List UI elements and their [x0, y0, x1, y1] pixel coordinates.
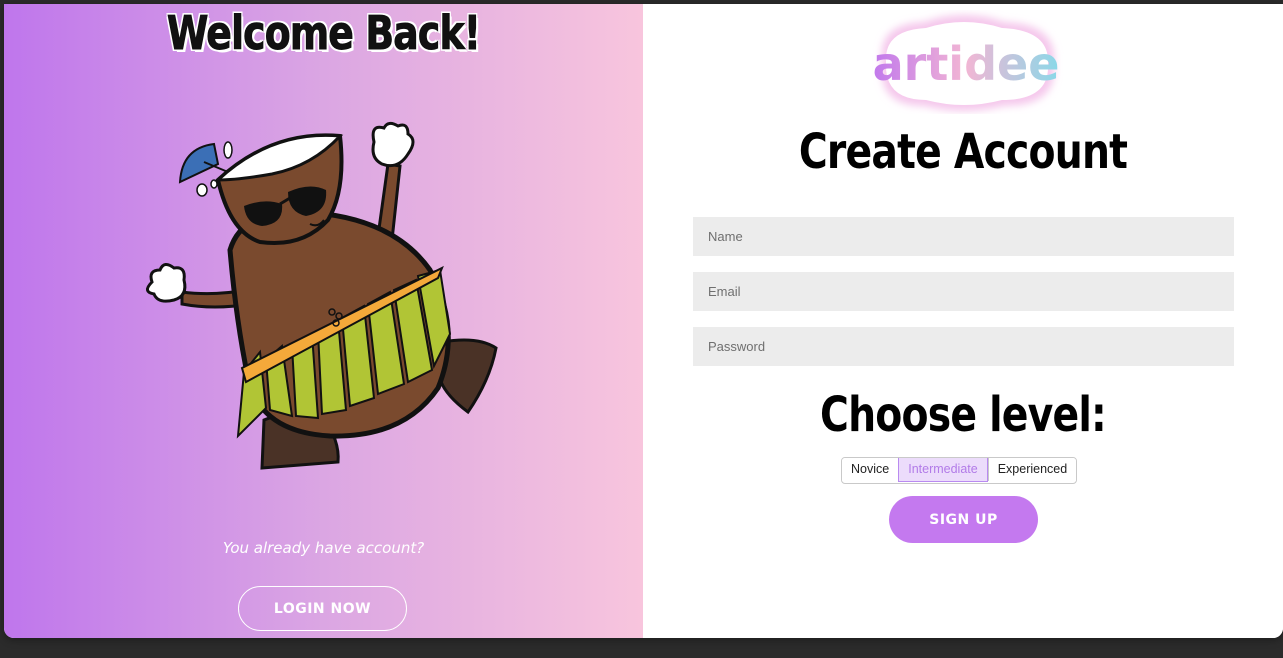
level-selector: Novice Intermediate Experienced: [841, 457, 1078, 484]
welcome-title: Welcome Back!: [166, 6, 481, 61]
level-option-novice[interactable]: Novice: [842, 458, 899, 481]
create-account-title: Create Account: [798, 124, 1128, 180]
sign-up-button[interactable]: SIGN UP: [889, 496, 1038, 543]
level-option-experienced[interactable]: Experienced: [987, 458, 1077, 481]
level-option-intermediate[interactable]: Intermediate: [898, 458, 988, 482]
artidee-logo: artidee: [873, 15, 1060, 111]
have-account-text: You already have account?: [222, 539, 425, 557]
name-field[interactable]: [693, 217, 1234, 256]
welcome-panel: Welcome Back! You already have account? …: [4, 4, 643, 638]
password-field[interactable]: [693, 327, 1234, 366]
logo-text: artidee: [873, 37, 1060, 91]
login-now-button[interactable]: LOGIN NOW: [238, 586, 407, 631]
email-field[interactable]: [693, 272, 1234, 311]
coconut-mascot-illustration: [146, 121, 498, 470]
signup-panel: artidee Create Account Choose level: Nov…: [643, 4, 1283, 638]
auth-card: Welcome Back! You already have account? …: [4, 4, 1283, 638]
choose-level-title: Choose level:: [820, 387, 1107, 443]
